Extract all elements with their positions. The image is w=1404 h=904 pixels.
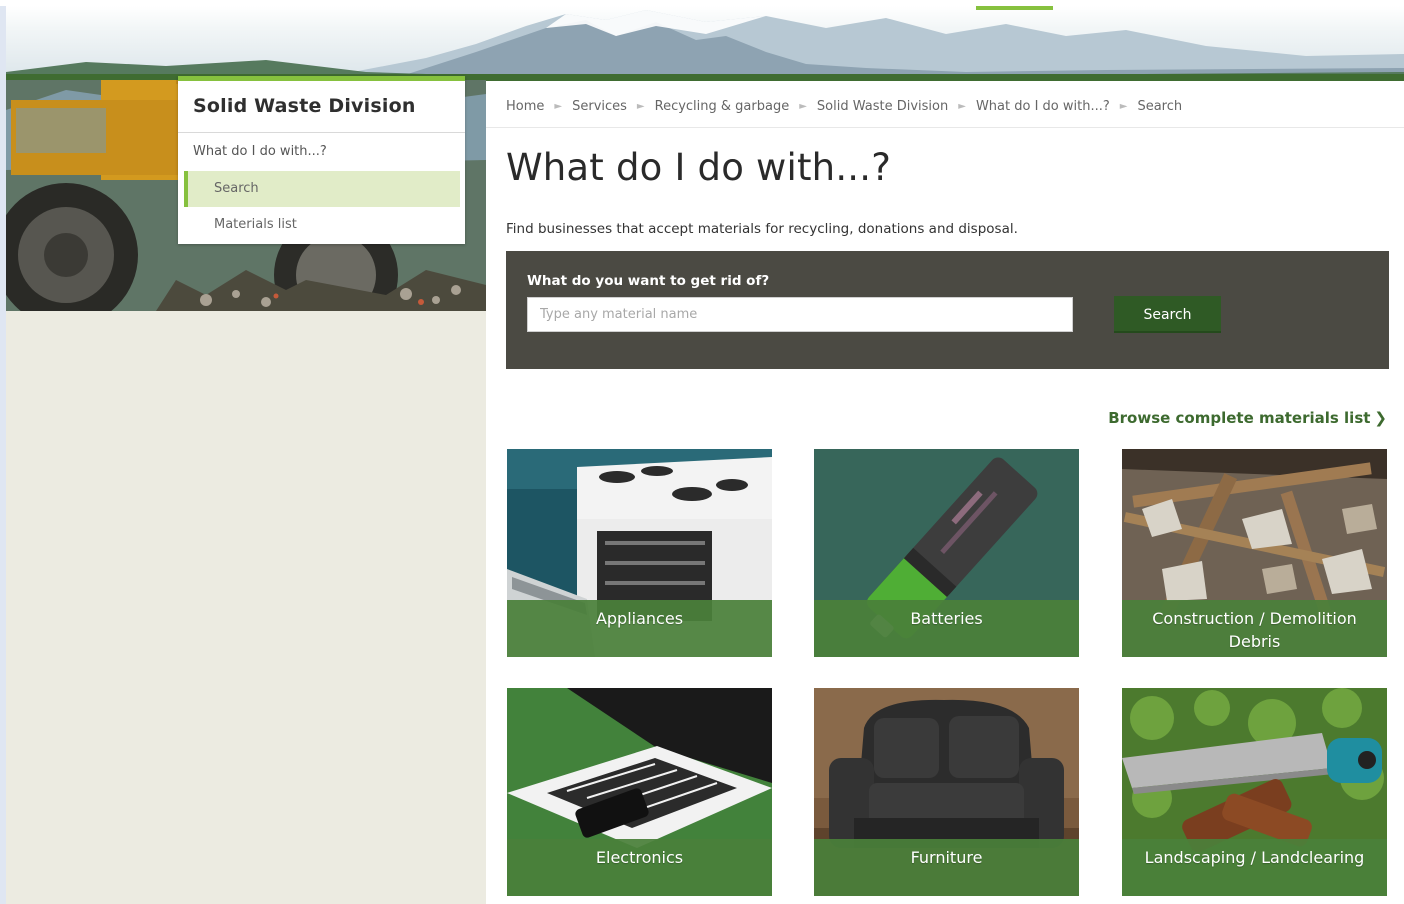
breadcrumb-services[interactable]: Services xyxy=(572,99,627,114)
category-tile-electronics[interactable]: Electronics xyxy=(507,688,772,896)
category-tile-construction-demolition[interactable]: Construction / Demolition Debris xyxy=(1122,449,1387,657)
breadcrumb-solid-waste-division[interactable]: Solid Waste Division xyxy=(817,99,948,114)
breadcrumb-separator-icon: ► xyxy=(554,100,563,112)
section-nav: Solid Waste Division What do I do with..… xyxy=(178,76,465,244)
page-title: What do I do with...? xyxy=(506,146,892,189)
tile-label-band: Appliances xyxy=(507,600,772,657)
section-nav-item-materials-list[interactable]: Materials list xyxy=(214,217,297,232)
breadcrumb-separator-icon: ► xyxy=(1119,100,1128,112)
search-label: What do you want to get rid of? xyxy=(527,273,770,289)
category-tile-furniture[interactable]: Furniture xyxy=(814,688,1079,896)
tile-label: Appliances xyxy=(595,609,684,628)
section-nav-item-label: Search xyxy=(214,181,259,196)
tile-label-band: Batteries xyxy=(814,600,1079,657)
page-intro: Find businesses that accept materials fo… xyxy=(506,221,1018,237)
tile-label-band: Construction / Demolition Debris xyxy=(1122,600,1387,657)
tile-label: Construction / Demolition Debris xyxy=(1152,609,1357,651)
breadcrumb-separator-icon: ► xyxy=(799,100,807,112)
section-nav-divider xyxy=(178,132,465,133)
chevron-right-icon: ❯ xyxy=(1374,409,1387,427)
header-accent-notch xyxy=(976,6,1053,10)
tile-label-band: Furniture xyxy=(814,839,1079,896)
search-panel: What do you want to get rid of? Search xyxy=(506,251,1389,369)
section-nav-item-what-do-i-do-with[interactable]: What do I do with...? xyxy=(193,144,327,159)
left-column-background xyxy=(6,311,486,904)
tile-label: Electronics xyxy=(595,848,684,867)
section-nav-item-search-active[interactable]: Search xyxy=(184,171,460,207)
breadcrumb-current-search: Search xyxy=(1137,98,1183,114)
breadcrumb-separator-icon: ► xyxy=(636,100,645,112)
section-nav-title[interactable]: Solid Waste Division xyxy=(193,95,416,117)
tile-label: Batteries xyxy=(910,609,983,628)
breadcrumb: Home ► Services ► Recycling & garbage ► … xyxy=(506,96,1182,116)
breadcrumb-recycling-garbage[interactable]: Recycling & garbage xyxy=(655,99,790,114)
browse-materials-label: Browse complete materials list xyxy=(1108,409,1371,427)
tile-label-band: Electronics xyxy=(507,839,772,896)
category-tile-batteries[interactable]: Batteries xyxy=(814,449,1079,657)
tile-label: Furniture xyxy=(910,848,983,867)
tile-label: Landscaping / Landclearing xyxy=(1144,848,1365,867)
material-search-input[interactable] xyxy=(527,297,1073,332)
hero-banner-mountains xyxy=(6,6,1404,81)
breadcrumb-home[interactable]: Home xyxy=(506,99,544,114)
browse-materials-link[interactable]: Browse complete materials list ❯ xyxy=(1108,409,1387,427)
category-tile-appliances[interactable]: Appliances xyxy=(507,449,772,657)
category-tile-landscaping[interactable]: Landscaping / Landclearing xyxy=(1122,688,1387,896)
breadcrumb-divider xyxy=(486,127,1404,128)
search-button[interactable]: Search xyxy=(1114,296,1221,333)
breadcrumb-separator-icon: ► xyxy=(958,100,966,112)
tile-label-band: Landscaping / Landclearing xyxy=(1122,839,1387,896)
breadcrumb-what-do-i-do-with[interactable]: What do I do with...? xyxy=(976,99,1110,114)
